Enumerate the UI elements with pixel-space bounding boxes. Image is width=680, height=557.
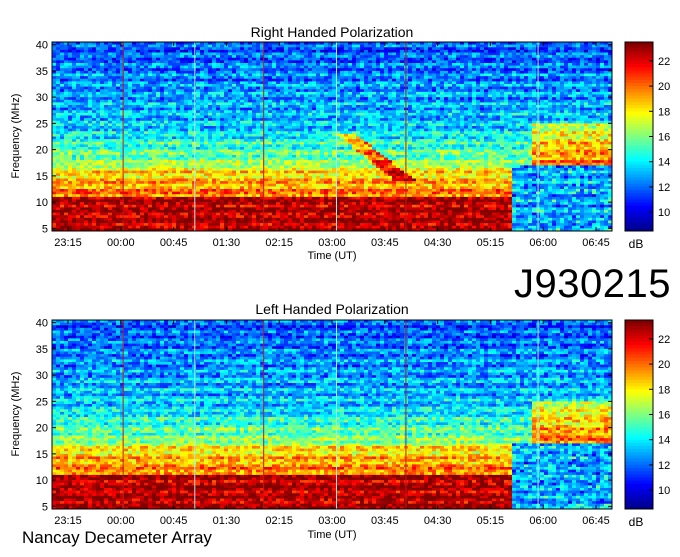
x-axis-label: Time (UT) bbox=[307, 529, 356, 541]
x-tick-label: 01:30 bbox=[213, 515, 241, 527]
spectrogram-heatmap bbox=[52, 320, 613, 510]
x-tick-label: 05:15 bbox=[477, 515, 505, 527]
observation-id: J930215 bbox=[514, 262, 671, 307]
x-tick-label: 01:30 bbox=[213, 237, 241, 249]
colorbar-tick-label: 22 bbox=[658, 334, 670, 346]
colorbar-label: dB bbox=[629, 515, 644, 529]
y-tick-label: 25 bbox=[36, 118, 48, 130]
x-tick-label: 03:45 bbox=[371, 237, 399, 249]
spectrogram-heatmap bbox=[52, 42, 613, 232]
y-tick-label: 15 bbox=[36, 449, 48, 461]
colorbar: 10 12 14 16 18 20 22 bbox=[624, 319, 670, 510]
x-tick-label: 00:45 bbox=[160, 237, 188, 249]
chart-title: Right Handed Polarization bbox=[251, 24, 414, 40]
x-tick-label: 06:00 bbox=[529, 515, 557, 527]
instrument-name: Nancay Decameter Array bbox=[22, 528, 212, 548]
y-tick-label: 30 bbox=[36, 370, 48, 382]
colorbar-label: dB bbox=[629, 237, 644, 251]
x-axis-label: Time (UT) bbox=[307, 250, 356, 262]
x-tick-label: 03:00 bbox=[318, 237, 346, 249]
x-tick-label: 06:45 bbox=[582, 515, 610, 527]
colorbar-tick-label: 14 bbox=[658, 157, 670, 169]
x-tick-label: 00:00 bbox=[107, 515, 135, 527]
x-tick-label: 00:00 bbox=[107, 237, 135, 249]
y-tick-label: 40 bbox=[36, 40, 48, 52]
y-axis-label: Frequency (MHz) bbox=[10, 372, 22, 457]
x-tick-label: 05:15 bbox=[477, 237, 505, 249]
colorbar-tick-label: 20 bbox=[658, 81, 670, 93]
left-polarization-panel: Left Handed Polarization 5 10 15 20 25 30 35 40… bbox=[10, 301, 670, 541]
colorbar-tick-label: 10 bbox=[658, 207, 670, 219]
colorbar-tick-label: 14 bbox=[658, 435, 670, 447]
right-polarization-panel: Right Handed Polarization 5 10 15 20 25 30 35 4… bbox=[10, 24, 670, 262]
y-tick-label: 5 bbox=[42, 501, 48, 513]
y-tick-label: 40 bbox=[36, 318, 48, 330]
y-tick-label: 20 bbox=[36, 423, 48, 435]
colorbar-tick-label: 12 bbox=[658, 460, 670, 472]
x-tick-label: 03:00 bbox=[318, 515, 346, 527]
y-tick-label: 30 bbox=[36, 92, 48, 104]
y-tick-label: 35 bbox=[36, 344, 48, 356]
colorbar-tick-label: 16 bbox=[658, 410, 670, 422]
y-tick-label: 15 bbox=[36, 171, 48, 183]
y-tick-label: 35 bbox=[36, 66, 48, 78]
colorbar-tick-label: 10 bbox=[658, 485, 670, 497]
x-tick-label: 03:45 bbox=[371, 515, 399, 527]
x-tick-label: 02:15 bbox=[265, 515, 293, 527]
y-tick-label: 25 bbox=[36, 396, 48, 408]
x-tick-label: 00:45 bbox=[160, 515, 188, 527]
colorbar-tick-label: 20 bbox=[658, 359, 670, 371]
x-tick-label: 06:45 bbox=[582, 237, 610, 249]
colorbar-tick-label: 18 bbox=[658, 384, 670, 396]
y-axis-label: Frequency (MHz) bbox=[10, 94, 22, 179]
colorbar-tick-label: 12 bbox=[658, 182, 670, 194]
x-tick-label: 04:30 bbox=[424, 515, 452, 527]
y-tick-label: 10 bbox=[36, 475, 48, 487]
y-tick-label: 10 bbox=[36, 197, 48, 209]
x-tick-label: 04:30 bbox=[424, 237, 452, 249]
x-tick-label: 23:15 bbox=[54, 515, 82, 527]
y-tick-label: 20 bbox=[36, 145, 48, 157]
y-tick-label: 5 bbox=[42, 223, 48, 235]
x-tick-label: 06:00 bbox=[529, 237, 557, 249]
colorbar-tick-label: 22 bbox=[658, 56, 670, 68]
colorbar: 10 12 14 16 18 20 22 bbox=[624, 41, 670, 232]
chart-title: Left Handed Polarization bbox=[255, 301, 408, 317]
colorbar-tick-label: 18 bbox=[658, 106, 670, 118]
colorbar-tick-label: 16 bbox=[658, 132, 670, 144]
x-tick-label: 23:15 bbox=[54, 237, 82, 249]
x-tick-label: 02:15 bbox=[265, 237, 293, 249]
